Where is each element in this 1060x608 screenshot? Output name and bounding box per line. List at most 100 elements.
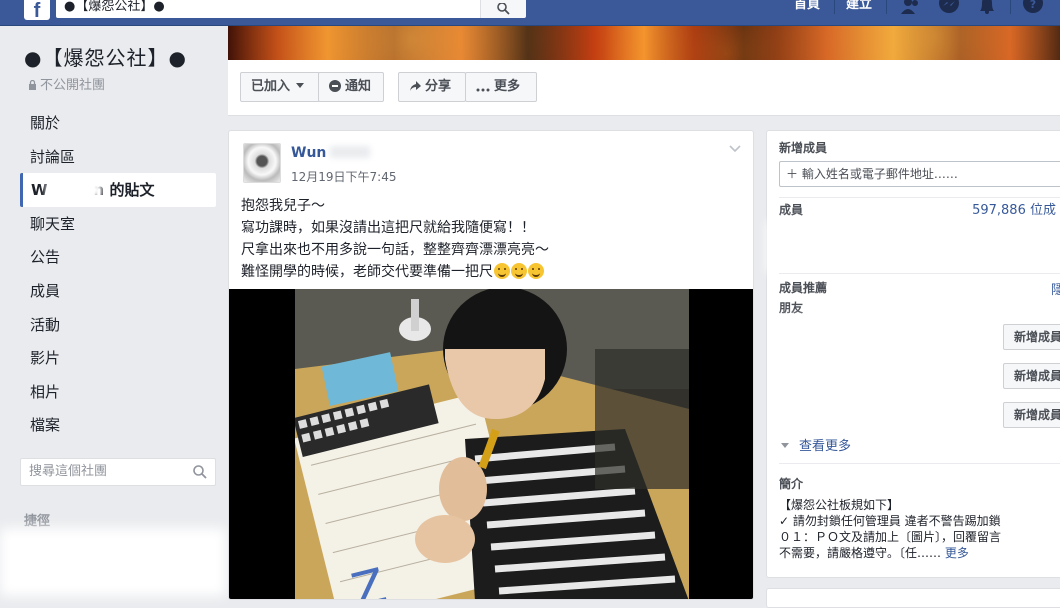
nav-item-label-suffix: n 的貼文 (93, 181, 155, 200)
group-action-bar: 已加入 通知 分享 更多 (228, 60, 1060, 116)
chevron-down-icon (781, 443, 789, 448)
child-writing-photo: Z (295, 289, 689, 599)
rule-line: ✓ 請勿封鎖任何管理員 違者不警告踢加鎖 (779, 514, 1001, 528)
post-photo[interactable]: Z (229, 289, 753, 599)
nav-item-photos[interactable]: 相片 (20, 375, 216, 409)
nav-item-label: 影片 (30, 349, 61, 368)
nav-separator (886, 0, 887, 14)
share-label: 分享 (425, 79, 452, 94)
nav-item-label: 關於 (30, 114, 61, 132)
nav-item-discussion[interactable]: 討論區 (20, 140, 216, 174)
group-info-sidebar: 新增成員 ＋ 輸入姓名或電子郵件地址…… 成員 597,886 位成 成員推薦 … (766, 130, 1060, 578)
nav-item-label: 公告 (30, 248, 61, 267)
nav-item-chat[interactable]: 聊天室 (20, 207, 216, 241)
feed-post: Wun 12月19日下午7:45 抱怨我兒子～ 寫功課時，如果沒請出這把尺就給我… (228, 130, 754, 600)
messenger-icon[interactable] (938, 0, 960, 14)
help-icon[interactable]: ? (1022, 0, 1044, 14)
group-privacy-label: 不公開社團 (28, 74, 105, 93)
nav-item-files[interactable]: 檔案 (20, 408, 216, 442)
svg-text:?: ? (1030, 0, 1036, 11)
nav-item-your-posts[interactable]: Wn 的貼文 (20, 173, 216, 207)
divider (779, 273, 1060, 274)
friends-icon[interactable] (900, 0, 922, 14)
author-avatar[interactable] (243, 143, 281, 183)
suggested-members-heading: 成員推薦 (779, 281, 828, 295)
notifications-button[interactable]: 通知 (318, 72, 384, 102)
redacted-member-avatars (767, 221, 1060, 273)
joined-button[interactable]: 已加入 (240, 72, 320, 102)
search-icon[interactable] (193, 465, 207, 479)
nav-item-label: 檔案 (30, 416, 61, 435)
group-search-placeholder: 搜尋這個社團 (29, 464, 108, 479)
new-members-heading: 新增成員 (779, 141, 828, 155)
smile-emoji-icon (511, 263, 527, 279)
post-line: 難怪開學的時候，老師交代要準備一把尺 (241, 264, 493, 280)
post-author[interactable]: Wun (291, 145, 371, 161)
smile-emoji-icon (528, 263, 544, 279)
nav-item-members[interactable]: 成員 (20, 274, 216, 308)
chevron-down-icon[interactable] (729, 145, 741, 153)
nav-item-announcements[interactable]: 公告 (20, 240, 216, 274)
nav-item-label: 相片 (30, 382, 61, 401)
divider (779, 463, 1060, 464)
group-left-nav: 關於 討論區 Wn 的貼文 聊天室 公告 成員 活動 影片 相片 檔案 (20, 106, 216, 442)
nav-item-about[interactable]: 關於 (20, 106, 216, 140)
facebook-logo[interactable]: f (24, 0, 50, 22)
post-timestamp[interactable]: 12月19日下午7:45 (291, 168, 397, 185)
more-label: 更多 (494, 79, 521, 94)
nav-home-link[interactable]: 首頁 (794, 0, 820, 14)
redacted-suggested-friends (777, 317, 897, 425)
chevron-down-icon (296, 83, 305, 88)
nav-item-events[interactable]: 活動 (20, 308, 216, 342)
redacted-name (45, 183, 102, 198)
post-line: 寫功課時，如果沒請出這把尺就給我隨便寫！！ (241, 220, 535, 236)
post-line-with-emoji: 難怪開學的時候，老師交代要準備一把尺 (241, 261, 741, 283)
notify-label: 通知 (345, 79, 372, 94)
shortcuts-heading: 捷徑 (24, 514, 51, 529)
friends-subheading: 朋友 (779, 301, 804, 315)
see-more-label: 查看更多 (799, 439, 852, 454)
lock-icon (29, 79, 36, 90)
global-search-button[interactable] (480, 0, 526, 18)
add-member-input[interactable]: ＋ 輸入姓名或電子郵件地址…… (779, 161, 1060, 187)
post-line: 尺拿出來也不用多說一句話，整整齊齊漂漂亮亮～ (241, 242, 549, 258)
rules-more-link[interactable]: 更多 (945, 546, 969, 560)
rule-line: ０１：ＰＯ文及請加上〔圖片〕，回覆留言 (779, 530, 1002, 544)
nav-item-label: 成員 (30, 281, 61, 300)
nav-separator (1010, 0, 1011, 14)
group-search-input[interactable]: 搜尋這個社團 (20, 458, 216, 486)
members-count[interactable]: 597,886 位成 (972, 199, 1056, 218)
author-name: Wun (291, 145, 327, 161)
group-title[interactable]: ●【爆怨公社】● (24, 42, 187, 71)
more-button[interactable]: 更多 (465, 72, 537, 102)
nav-item-label: 活動 (30, 315, 61, 334)
next-sidebar-card (766, 588, 1060, 608)
add-member-button[interactable]: 新增成員 (1003, 402, 1060, 428)
see-more-link[interactable]: 查看更多 (781, 435, 851, 454)
rule-line-last: 不需要，請嚴格遵守。〔任…… 更多 (779, 545, 1060, 561)
group-cover-photo[interactable] (228, 26, 1060, 60)
notifications-icon[interactable] (976, 0, 998, 14)
search-icon (496, 2, 510, 15)
divider (779, 197, 1060, 198)
add-member-button[interactable]: 新增成員 (1003, 324, 1060, 350)
privacy-text: 不公開社團 (40, 78, 106, 93)
intro-heading: 簡介 (779, 477, 804, 491)
nav-separator (834, 0, 835, 14)
hide-link[interactable]: 隱 (1051, 279, 1060, 298)
share-arrow-icon (410, 81, 421, 91)
global-search-input[interactable]: ●【爆怨公社】● (56, 0, 480, 18)
members-heading[interactable]: 成員 (779, 201, 803, 218)
rule-line: 不需要，請嚴格遵守。〔任…… (779, 546, 942, 560)
top-navigation-bar: f ●【爆怨公社】● 首頁 建立 ? (0, 0, 1060, 26)
group-rules: 【爆怨公社板規如下】 ✓ 請勿封鎖任何管理員 違者不警告踢加鎖 ０１：ＰＯ文及請… (779, 497, 1060, 561)
redacted-shortcuts (0, 528, 226, 596)
minus-circle-icon (329, 80, 341, 92)
more-dots-icon (476, 88, 490, 92)
nav-item-label: 討論區 (30, 147, 76, 166)
share-button[interactable]: 分享 (398, 72, 466, 102)
nav-create-link[interactable]: 建立 (846, 0, 872, 14)
nav-item-videos[interactable]: 影片 (20, 341, 216, 375)
post-body: 抱怨我兒子～ 寫功課時，如果沒請出這把尺就給我隨便寫！！ 尺拿出來也不用多說一句… (241, 195, 741, 283)
add-member-button[interactable]: 新增成員 (1003, 363, 1060, 389)
